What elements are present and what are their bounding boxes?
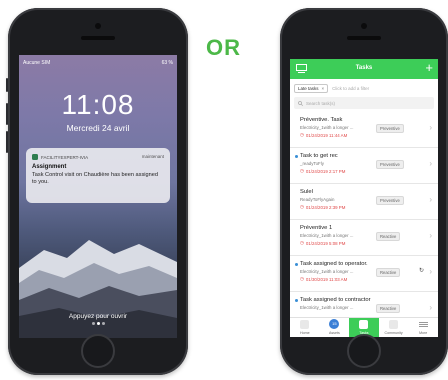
clock-icon: ◷ bbox=[300, 276, 304, 281]
community-icon bbox=[389, 320, 399, 329]
chevron-right-icon: › bbox=[429, 123, 432, 132]
notification-message: Task Control visit on Chaudière has been… bbox=[32, 172, 158, 186]
list-item[interactable]: Sulel ReadyToFlyAgain ◷ 01/24/2019 2:39 P… bbox=[290, 184, 438, 220]
filter-bar: Late tasks × Click to add a filter bbox=[294, 82, 434, 94]
or-label: OR bbox=[206, 35, 241, 60]
tab-label: More bbox=[419, 331, 428, 335]
add-icon[interactable]: + bbox=[425, 61, 433, 74]
task-type-badge: Reactive bbox=[376, 268, 401, 277]
phone-lockscreen: Aucune SIM 63 % 11:08 Mercredi 24 avril … bbox=[6, 8, 188, 375]
task-date: ◷ 01/24/2019 2:17 PM bbox=[300, 168, 346, 174]
task-name: Task assigned to operator. bbox=[300, 261, 368, 267]
tab-more[interactable]: More bbox=[408, 318, 438, 337]
add-filter-link[interactable]: Click to add a filter bbox=[332, 86, 369, 91]
list-item[interactable]: Préventive. Task Electricity_1with a lon… bbox=[290, 112, 438, 148]
task-type-badge: Preventive bbox=[376, 196, 404, 205]
clock-icon: ◷ bbox=[300, 132, 304, 137]
status-bar: Aucune SIM 63 % bbox=[19, 58, 177, 68]
tab-community[interactable]: Community bbox=[379, 318, 409, 337]
task-name: Task assigned to contractor bbox=[300, 297, 371, 303]
notification-time: maintenant bbox=[141, 154, 164, 159]
chevron-right-icon: › bbox=[429, 267, 432, 276]
task-name: Task to get rec bbox=[300, 153, 338, 159]
tab-assets[interactable]: 15 Assets bbox=[320, 318, 350, 337]
task-location: Electricity_1with a longer ... bbox=[300, 269, 354, 274]
task-type-badge: Preventive bbox=[376, 124, 404, 133]
page-dots bbox=[19, 312, 177, 330]
clock-icon: ◷ bbox=[300, 240, 304, 245]
earpiece bbox=[347, 36, 381, 40]
unread-dot bbox=[295, 155, 298, 158]
volume-down-button bbox=[6, 131, 8, 153]
task-name: Préventive. Task bbox=[300, 117, 343, 123]
search-input[interactable]: Search task(s) bbox=[294, 97, 434, 109]
chevron-right-icon: › bbox=[429, 195, 432, 204]
notification-title: Assignment bbox=[32, 164, 67, 170]
home-button[interactable] bbox=[347, 334, 381, 368]
list-item[interactable]: Préventive 1 Electricity_1with a longer … bbox=[290, 220, 438, 256]
menu-icon bbox=[418, 320, 428, 329]
list-item[interactable]: Task to get rec _readyToFly ◷ 01/24/2019 … bbox=[290, 148, 438, 184]
tab-label: Home bbox=[300, 331, 310, 335]
task-date: ◷ 01/24/2019 5:08 PM bbox=[300, 240, 346, 246]
task-type-badge: Reactive bbox=[376, 232, 401, 241]
task-name: Préventive 1 bbox=[300, 225, 333, 231]
mute-switch bbox=[6, 78, 8, 92]
tab-label: Assets bbox=[328, 331, 340, 335]
lock-clock: 11:08 bbox=[61, 89, 135, 120]
task-location: ReadyToFlyAgain bbox=[300, 197, 335, 202]
task-date: ◷ 01/24/2019 2:39 PM bbox=[300, 204, 346, 210]
lock-date: Mercredi 24 avril bbox=[66, 123, 130, 133]
app-header: Tasks + bbox=[290, 59, 438, 79]
task-name: Sulel bbox=[300, 189, 313, 195]
tasks-app-screen: Tasks + Late tasks × Click to add a filt… bbox=[290, 59, 438, 337]
list-item[interactable]: Task assigned to operator. Electricity_1… bbox=[290, 256, 438, 292]
battery-label: 63 % bbox=[161, 60, 173, 66]
task-date: ◷ 01/24/2019 11:44 AM bbox=[300, 132, 348, 138]
chevron-right-icon: › bbox=[429, 159, 432, 168]
chevron-right-icon: › bbox=[429, 303, 432, 312]
task-list: Préventive. Task Electricity_1with a lon… bbox=[290, 112, 438, 328]
unread-dot bbox=[295, 299, 298, 302]
close-icon[interactable]: × bbox=[322, 86, 325, 91]
chevron-right-icon: › bbox=[429, 231, 432, 240]
task-location: Electricity_1with a longer ... bbox=[300, 233, 354, 238]
home-icon bbox=[300, 320, 310, 329]
filter-chip[interactable]: Late tasks × bbox=[294, 83, 329, 93]
comparison-stage: Aucune SIM 63 % 11:08 Mercredi 24 avril … bbox=[0, 0, 448, 380]
assets-icon bbox=[330, 320, 339, 329]
tasks-icon bbox=[359, 320, 369, 329]
search-icon bbox=[298, 100, 303, 106]
notification-app: FACILITYEXPERT-IVIA bbox=[32, 154, 88, 160]
volume-up-button bbox=[6, 103, 8, 125]
task-type-badge: Reactive bbox=[376, 304, 401, 313]
clock-icon: ◷ bbox=[300, 204, 304, 209]
notification-app-name: FACILITYEXPERT-IVIA bbox=[41, 154, 89, 160]
filter-chip-label: Late tasks bbox=[298, 85, 319, 91]
clock-icon: ◷ bbox=[300, 168, 304, 173]
tab-label: Community bbox=[384, 331, 403, 335]
sync-icon: ↻ bbox=[418, 268, 424, 274]
phone-app: Tasks + Late tasks × Click to add a filt… bbox=[280, 8, 448, 375]
app-icon bbox=[32, 154, 38, 160]
lockscreen[interactable]: Aucune SIM 63 % 11:08 Mercredi 24 avril … bbox=[19, 55, 177, 338]
header-title: Tasks bbox=[355, 65, 373, 71]
task-location: _readyToFly bbox=[300, 161, 324, 166]
earpiece bbox=[81, 36, 115, 40]
home-button[interactable] bbox=[81, 334, 115, 368]
task-location: Electricity_1with a longer ... bbox=[300, 305, 354, 310]
unread-dot bbox=[295, 263, 298, 266]
front-camera bbox=[361, 23, 367, 29]
task-type-badge: Preventive bbox=[376, 160, 404, 169]
search-placeholder: Search task(s) bbox=[306, 100, 336, 106]
carrier-label: Aucune SIM bbox=[23, 60, 51, 66]
push-notification[interactable]: FACILITYEXPERT-IVIA maintenant Assignmen… bbox=[26, 148, 170, 203]
tab-home[interactable]: Home bbox=[290, 318, 320, 337]
front-camera bbox=[95, 23, 101, 29]
task-location: Electricity_1with a longer ... bbox=[300, 125, 354, 130]
task-date: ◷ 01/30/2019 11:03 AM bbox=[300, 276, 348, 282]
